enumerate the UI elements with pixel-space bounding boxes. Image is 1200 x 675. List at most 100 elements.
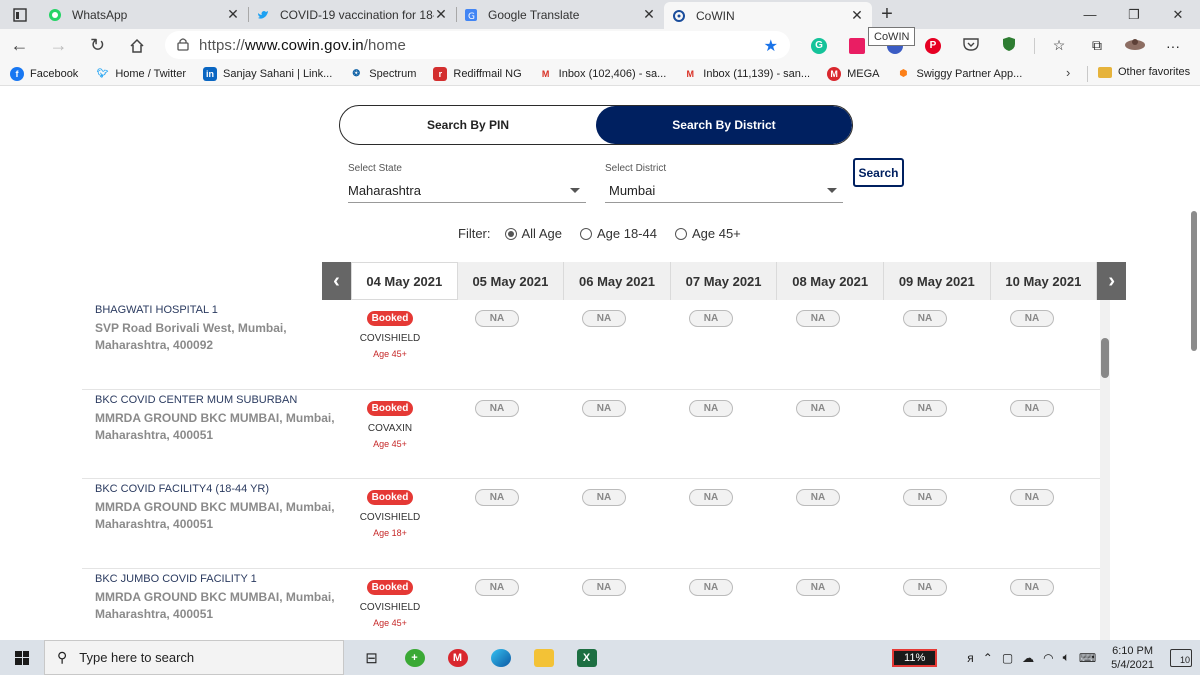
tab-actions-button[interactable] (0, 0, 40, 29)
date-header[interactable]: 10 May 2021 (991, 262, 1098, 300)
home-button[interactable] (117, 31, 156, 61)
favorite-label: Spectrum (369, 67, 417, 80)
favorite-mega[interactable]: M MEGA (817, 66, 886, 81)
back-button[interactable]: ← (0, 31, 39, 61)
booked-badge[interactable]: Booked (366, 400, 414, 416)
close-tab-icon[interactable]: ✕ (434, 6, 448, 23)
district-select[interactable]: Select District Mumbai (605, 163, 843, 203)
system-clock[interactable]: 6:10 PM 5/4/2021 (1111, 644, 1154, 672)
settings-menu-button[interactable]: ··· (1154, 31, 1192, 61)
close-tab-icon[interactable]: ✕ (642, 6, 656, 23)
taskbar-app-file-explorer[interactable] (522, 640, 565, 675)
chevron-up-icon[interactable]: ⌃ (983, 651, 993, 665)
wifi-icon[interactable]: ◠ (1043, 651, 1053, 665)
radio-label: Age 18-44 (596, 226, 657, 241)
favorite-swiggy[interactable]: ⬢ Swiggy Partner App... (886, 67, 1029, 81)
search-button[interactable]: Search (853, 158, 904, 187)
vaccine-name: COVAXIN (367, 422, 413, 434)
pinterest-extension[interactable]: P (914, 31, 952, 61)
date-header[interactable]: 05 May 2021 (458, 262, 565, 300)
page-scrollbar[interactable] (1188, 87, 1200, 640)
state-select[interactable]: Select State Maharashtra (348, 163, 586, 203)
profile-button[interactable] (1116, 31, 1154, 61)
centers-scrollbar[interactable] (1100, 300, 1110, 640)
tab-google-translate[interactable]: G Google Translate ✕ (456, 0, 664, 29)
close-tab-icon[interactable]: ✕ (850, 7, 864, 24)
booked-badge[interactable]: Booked (366, 490, 414, 506)
date-header[interactable]: 04 May 2021 (351, 262, 458, 300)
favorite-star-icon[interactable]: ★ (764, 36, 778, 56)
taskbar-app-edge[interactable] (479, 640, 522, 675)
new-tab-button[interactable]: + (872, 0, 902, 29)
booked-badge[interactable]: Booked (366, 580, 414, 596)
taskbar-app-mega[interactable]: M (436, 640, 479, 675)
gmail-icon: M (686, 68, 695, 79)
favorites-button[interactable]: ☆ (1040, 31, 1078, 61)
forward-button[interactable]: → (39, 31, 78, 61)
filter-all-age-radio[interactable]: All Age (504, 226, 562, 241)
notification-center-icon[interactable]: 10 (1170, 648, 1192, 667)
slot-cell[interactable]: Booked COVAXIN Age 45+ (354, 398, 426, 449)
filter-age-45-plus-radio[interactable]: Age 45+ (674, 226, 741, 241)
task-view-button[interactable]: ⊟ (350, 640, 393, 675)
na-badge: NA (475, 310, 519, 327)
filter-age-18-44-radio[interactable]: Age 18-44 (579, 226, 657, 241)
slot-cell[interactable]: Booked COVISHIELD Age 45+ (354, 577, 426, 628)
scrollbar-thumb[interactable] (1101, 338, 1109, 378)
favorite-facebook[interactable]: f Facebook (0, 66, 85, 81)
cloud-icon[interactable]: ☁ (1022, 651, 1034, 665)
keyboard-icon[interactable]: ⌨ (1079, 651, 1096, 665)
date-header[interactable]: 09 May 2021 (884, 262, 991, 300)
refresh-button[interactable]: ↻ (78, 31, 117, 61)
chevron-right-icon[interactable]: › (1066, 65, 1070, 80)
date-header[interactable]: 07 May 2021 (671, 262, 778, 300)
slot-cell[interactable]: Booked COVISHIELD Age 45+ (354, 308, 426, 359)
start-button[interactable] (0, 640, 44, 675)
next-dates-button[interactable]: › (1097, 262, 1127, 300)
search-by-pin-button[interactable]: Search By PIN (340, 106, 596, 144)
previous-dates-button[interactable]: ‹ (322, 262, 351, 300)
date-header[interactable]: 06 May 2021 (564, 262, 671, 300)
center-address: MMRDA GROUND BKC MUMBAI, Mumbai, Maharas… (95, 500, 335, 532)
address-bar[interactable]: https://www.cowin.gov.in/home ★ (165, 31, 790, 59)
vaccine-name: COVISHIELD (359, 333, 421, 344)
favorite-spectrum[interactable]: ❂ Spectrum (339, 67, 423, 81)
favorite-rediffmail[interactable]: r Rediffmail NG (423, 66, 528, 81)
collections-button[interactable]: ⧉ (1078, 31, 1116, 61)
favorite-linkedin[interactable]: in Sanjay Sahani | Link... (193, 66, 339, 81)
volume-icon[interactable]: 🔈︎ (1063, 650, 1070, 665)
mega-icon: M (827, 66, 842, 81)
favorite-gmail-2[interactable]: M Inbox (11,139) - san... (673, 67, 817, 81)
excel-icon: X (576, 648, 597, 667)
date-header[interactable]: 08 May 2021 (777, 262, 884, 300)
tab-cowin[interactable]: CoWIN ✕ (664, 2, 872, 29)
favorite-label: Inbox (11,139) - san... (703, 67, 811, 80)
shield-extension[interactable] (990, 31, 1028, 61)
other-favorites-folder[interactable]: Other favorites (1098, 66, 1190, 78)
slot-cell[interactable]: Booked COVISHIELD Age 18+ (354, 487, 426, 538)
people-icon[interactable]: ᴙ (967, 651, 974, 665)
pocket-extension[interactable] (952, 31, 990, 61)
grammarly-extension[interactable]: G (800, 31, 838, 61)
search-by-district-button[interactable]: Search By District (596, 106, 852, 144)
close-window-button[interactable]: ✕ (1156, 0, 1200, 29)
taskbar-search-box[interactable]: ⚲ Type here to search (44, 640, 344, 675)
device-icon[interactable]: ▢ (1002, 651, 1013, 665)
taskbar-app-excel[interactable]: X (565, 640, 608, 675)
whatsapp-icon (48, 8, 62, 22)
extensions-toolbar: G P ☆ ⧉ ··· (800, 29, 1192, 62)
restore-button[interactable]: ❐ (1112, 0, 1156, 29)
favorite-gmail-1[interactable]: M Inbox (102,406) - sa... (529, 67, 674, 81)
booked-badge[interactable]: Booked (366, 311, 414, 326)
na-badge: NA (796, 579, 840, 597)
favorite-twitter[interactable]: 🐦︎ Home / Twitter (85, 67, 193, 81)
na-badge: NA (1010, 579, 1054, 597)
scrollbar-thumb[interactable] (1191, 211, 1197, 351)
na-badge: NA (796, 399, 840, 417)
tab-covid-vaccination-tweet[interactable]: COVID-19 vaccination for 18-45 ✕ (248, 0, 456, 29)
minimize-button[interactable]: — (1068, 0, 1112, 29)
edge-icon (490, 648, 511, 667)
taskbar-app-shield[interactable]: + (393, 640, 436, 675)
tab-whatsapp[interactable]: WhatsApp ✕ (40, 0, 248, 29)
close-tab-icon[interactable]: ✕ (226, 6, 240, 23)
